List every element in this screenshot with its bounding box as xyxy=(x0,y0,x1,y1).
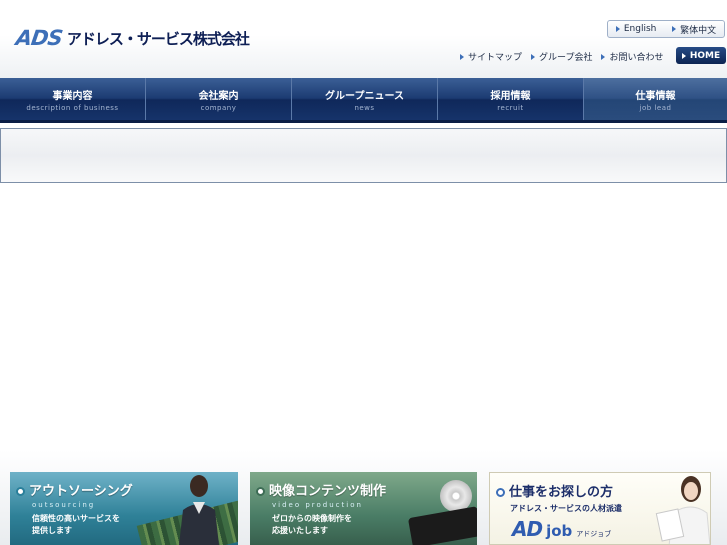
language-switcher: English 繁体中文 xyxy=(607,20,725,38)
bullet-icon xyxy=(256,487,265,496)
banner-row: アウトソーシング outsourcing 信頼性の高いサービスを 提供します 映… xyxy=(0,450,727,545)
company-name: アドレス・サービス株式会社 xyxy=(66,29,250,48)
util-link-label: グループ会社 xyxy=(539,53,593,63)
arrow-right-icon xyxy=(460,53,464,60)
logo-mark: ADS xyxy=(14,26,64,50)
company-logo[interactable]: ADS アドレス・サービス株式会社 xyxy=(14,26,250,50)
banner-subtitle: outsourcing xyxy=(32,501,96,509)
banner-video-production[interactable]: 映像コンテンツ制作 video production ゼロからの映像制作を 応援… xyxy=(250,472,477,545)
banner-description: アドレス・サービスの人材派遣 xyxy=(510,504,622,513)
banner-description: ゼロからの映像制作を 応援いたします xyxy=(272,514,352,535)
nav-item-label: 事業内容 xyxy=(52,90,93,102)
operator-person-image xyxy=(179,475,219,545)
home-button[interactable]: HOME xyxy=(676,47,726,64)
info-band xyxy=(0,128,727,183)
nav-divider xyxy=(0,120,727,123)
banner-description: 信頼性の高いサービスを 提供します xyxy=(32,514,120,535)
lang-link-english[interactable]: English xyxy=(615,24,657,34)
bullet-icon xyxy=(496,488,505,497)
site-header: ADS アドレス・サービス株式会社 English 繁体中文 サイトマップ グル… xyxy=(0,0,727,78)
arrow-right-icon xyxy=(681,52,686,59)
utility-nav: サイトマップ グループ会社 お問い合わせ xyxy=(460,50,664,63)
arrow-right-icon xyxy=(672,26,677,32)
nav-item-sublabel: recruit xyxy=(497,103,524,112)
nav-item-sublabel: company xyxy=(200,103,237,112)
banner-job-search[interactable]: 仕事をお探しの方 アドレス・サービスの人材派遣 AD job アドジョブ xyxy=(489,472,711,545)
nav-item-sublabel: description of business xyxy=(26,103,119,112)
lang-label: 繁体中文 xyxy=(680,25,717,36)
lang-label: English xyxy=(623,24,657,34)
woman-person-image xyxy=(655,476,710,544)
arrow-right-icon xyxy=(531,53,536,60)
arrow-right-icon xyxy=(615,26,620,32)
adjob-logo: AD job アドジョブ xyxy=(512,517,612,541)
nav-item-label: グループニュース xyxy=(325,90,404,102)
nav-item-recruit[interactable]: 採用情報 recruit xyxy=(438,78,584,120)
nav-item-company[interactable]: 会社案内 company xyxy=(146,78,292,120)
nav-item-label: 会社案内 xyxy=(198,90,239,102)
lang-link-chinese[interactable]: 繁体中文 xyxy=(672,23,716,36)
util-link-label: お問い合わせ xyxy=(609,53,664,63)
util-link-label: サイトマップ xyxy=(468,53,523,63)
bullet-icon xyxy=(16,487,25,496)
arrow-right-icon xyxy=(601,53,606,60)
nav-item-job-lead[interactable]: 仕事情報 job lead xyxy=(584,78,727,120)
nav-item-business[interactable]: 事業内容 description of business xyxy=(0,78,146,120)
nav-item-news[interactable]: グループニュース news xyxy=(292,78,438,120)
banner-outsourcing[interactable]: アウトソーシング outsourcing 信頼性の高いサービスを 提供します xyxy=(10,472,238,545)
util-link-group[interactable]: グループ会社 xyxy=(531,50,592,63)
nav-item-label: 採用情報 xyxy=(490,90,531,102)
banner-title: アウトソーシング xyxy=(16,480,133,499)
util-link-sitemap[interactable]: サイトマップ xyxy=(460,50,522,63)
nav-item-sublabel: job lead xyxy=(639,103,672,112)
banner-title: 映像コンテンツ制作 xyxy=(256,480,386,499)
nav-item-label: 仕事情報 xyxy=(635,90,676,102)
home-label: HOME xyxy=(689,50,721,61)
nav-item-sublabel: news xyxy=(354,103,375,112)
util-link-contact[interactable]: お問い合わせ xyxy=(601,50,664,63)
banner-title: 仕事をお探しの方 xyxy=(496,481,613,500)
video-camera-image xyxy=(407,506,477,545)
global-nav: 事業内容 description of business 会社案内 compan… xyxy=(0,78,727,120)
banner-subtitle: video production xyxy=(272,501,363,509)
